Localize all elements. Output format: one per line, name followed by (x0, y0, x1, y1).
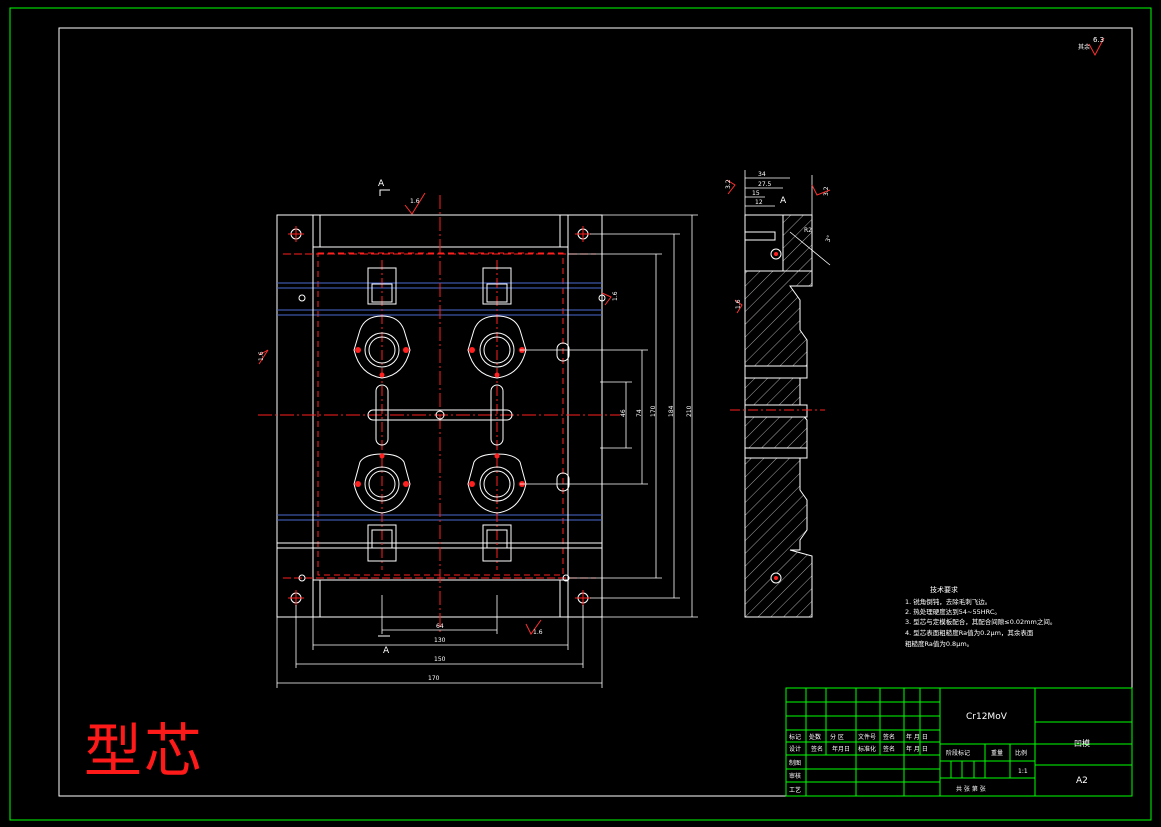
inner-frame (58, 27, 1133, 797)
dim-side-top-1: 34 (758, 171, 766, 178)
dim-bottom-2: 130 (434, 637, 446, 644)
tech-item-4: 4. 型芯表面粗糙度Ra值为0.2μm，其余表面 (905, 628, 1034, 637)
tb-label-date3: 年 月 日 (906, 745, 928, 753)
section-label-top: A (378, 179, 385, 189)
cad-drawing-sheet: 型芯 其余 6.3 A A 1.6 1.6 1.6 1.6 64 130 150… (0, 0, 1161, 827)
dim-bottom-1: 64 (436, 623, 444, 630)
tb-label-date: 年 月 日 (906, 733, 928, 741)
dim-right-2: 74 (636, 409, 643, 417)
corner-roughness-symbol: 其余 6.3 (1078, 36, 1105, 57)
tb-label-std: 标准化 (858, 745, 876, 753)
dim-side-top-3: 15 (752, 190, 760, 197)
tb-part-name: 凹模 (1074, 738, 1090, 748)
tb-label-count: 处数 (809, 733, 821, 741)
dim-right-4: 184 (668, 405, 675, 417)
tb-sheet-size: A2 (1076, 776, 1088, 786)
drawing-canvas: 其余 6.3 A A 1.6 1.6 1.6 1.6 64 130 150 17… (9, 7, 1152, 821)
dim-right-5: 210 (686, 405, 693, 417)
dim-right-1: 46 (620, 409, 627, 417)
tb-label-sign: 签名 (883, 733, 895, 741)
tb-label-mark: 标记 (789, 733, 801, 741)
side-section-view: 34 27.5 15 12 A 3° R2 3.2 3.2 1.6 (725, 170, 833, 618)
roughness-4: 1.6 (533, 629, 543, 636)
roughness-1: 1.6 (410, 198, 420, 205)
roughness-3: 1.6 (612, 291, 619, 301)
dim-bottom-4: 170 (428, 675, 440, 682)
tb-weight: 重量 (991, 749, 1003, 757)
dim-side-angle: 3° (824, 234, 833, 243)
roughness-5: 3.2 (725, 179, 732, 189)
tb-scale: 1:1 (1018, 768, 1028, 775)
tb-label-draw: 制图 (789, 759, 801, 767)
tb-label-zone: 分 区 (830, 733, 844, 741)
tech-heading: 技术要求 (930, 585, 958, 594)
roughness-7: 1.6 (735, 299, 742, 309)
dim-right-3: 170 (650, 405, 657, 417)
tech-item-1: 1. 锐角倒钝，去除毛刺飞边。 (905, 597, 991, 606)
tb-label-date2: 年月日 (832, 745, 850, 753)
tb-ratio: 比例 (1015, 749, 1027, 757)
corner-roughness-note: 其余 (1078, 43, 1090, 51)
tb-label-sign3: 签名 (883, 745, 895, 753)
tb-label-file: 文件号 (858, 733, 876, 741)
dim-bottom-3: 150 (434, 656, 446, 663)
tech-requirements: 技术要求 1. 锐角倒钝，去除毛刺飞边。 2. 热处理硬度达到54~55HRC。… (905, 585, 1056, 648)
tech-item-5: 粗糙度Ra值为0.8μm。 (905, 639, 973, 648)
tb-label-review: 审核 (789, 772, 801, 780)
tb-stage-mark: 阶段标记 (946, 749, 970, 757)
section-label-side: A (780, 196, 787, 206)
tb-material: Cr12MoV (966, 712, 1008, 722)
tech-item-3: 3. 型芯与定模板配合，其配合间隙≤0.02mm之间。 (905, 617, 1056, 626)
tb-sheet-info: 共 张 第 张 (956, 785, 986, 793)
dim-side-r: R2 (804, 227, 812, 234)
tb-label-sign2: 签名 (811, 745, 823, 753)
dim-side-top-4: 12 (755, 199, 763, 206)
roughness-2: 1.6 (258, 351, 265, 361)
tech-item-2: 2. 热处理硬度达到54~55HRC。 (905, 607, 1001, 616)
tb-label-design: 设计 (789, 745, 801, 753)
front-view: A A 1.6 1.6 1.6 1.6 64 130 150 170 46 74… (258, 179, 698, 688)
section-label-bottom: A (383, 646, 390, 656)
roughness-6: 3.2 (823, 186, 830, 196)
tb-label-process: 工艺 (789, 786, 801, 794)
dim-side-top-2: 27.5 (758, 181, 772, 188)
outer-frame (9, 7, 1152, 821)
corner-roughness-value: 6.3 (1093, 36, 1104, 44)
